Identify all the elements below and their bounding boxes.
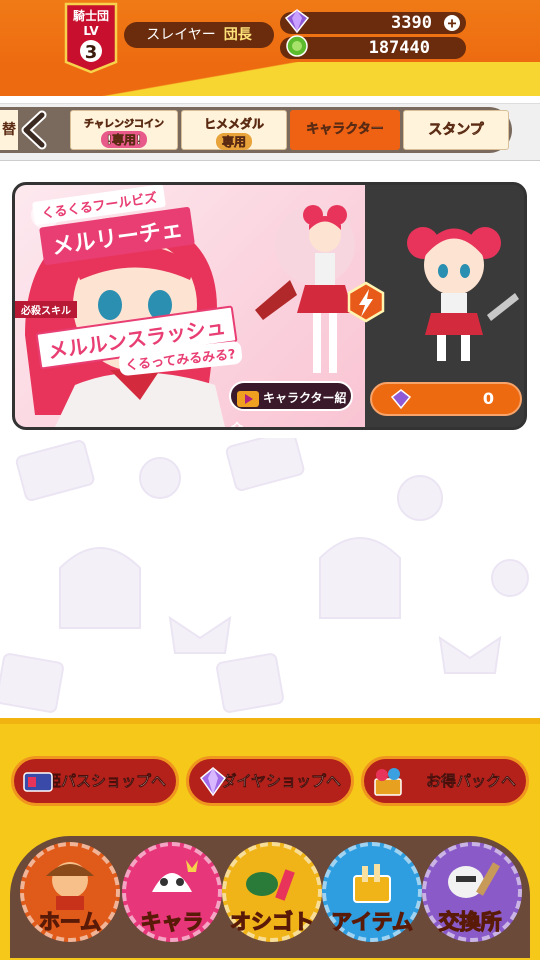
pass-ticket-icon — [23, 772, 53, 792]
tab-stamp[interactable]: スタンプ — [403, 110, 509, 150]
character-intro-button[interactable]: キャラクター紹介 — [229, 381, 353, 427]
svg-text:騎士団: 騎士団 — [73, 8, 109, 23]
character-card[interactable]: くるくるフールビズ メルリーチェ 必殺スキル メルルンスラッシュ くるってみるみ… — [12, 182, 527, 430]
hime-pass-shop-button[interactable]: 姫パスショップへ — [11, 756, 179, 806]
treasure-pack-icon — [374, 768, 402, 796]
coin-count: 187440 — [368, 38, 430, 58]
nav-item-label: アイテム — [330, 909, 413, 934]
purchase-price: 0 — [482, 389, 494, 408]
nav-work-label: オシゴト — [229, 909, 314, 934]
guild-level-badge[interactable]: 騎士団 LV 3 — [62, 2, 120, 74]
tab-challenge-coin[interactable]: チャレンジコイン !専用! — [70, 110, 178, 150]
back-arrow-icon[interactable] — [14, 109, 54, 151]
svg-text:3: 3 — [85, 42, 98, 63]
purchase-button[interactable]: 0 — [370, 382, 522, 416]
coin-icon — [286, 35, 308, 57]
svg-text:LV: LV — [83, 24, 99, 38]
diamond-icon — [284, 9, 310, 34]
diamond-count: 3390 — [391, 13, 432, 33]
nav-home-label: ホーム — [38, 909, 102, 934]
player-name-bar: スレイヤー 団長 — [124, 22, 274, 48]
pattern-icons — [0, 438, 529, 713]
character-banner: くるくるフールビズ メルリーチェ 必殺スキル メルルンスラッシュ くるってみるみ… — [15, 185, 365, 427]
player-name: スレイヤー — [146, 27, 216, 43]
nav-exchange-label: 交換所 — [438, 909, 502, 934]
value-pack-button[interactable]: お得パックへ — [361, 756, 529, 806]
play-icon — [237, 390, 259, 407]
player-rank: 団長 — [223, 27, 252, 43]
diamond-pile-icon — [199, 767, 227, 797]
tab-hime-medal[interactable]: ヒメメダル 専用 — [181, 110, 287, 150]
diamond-counter: 3390 + — [280, 9, 466, 34]
diamond-icon — [390, 389, 412, 410]
add-diamond-button[interactable]: + — [444, 15, 460, 31]
background-pattern — [0, 438, 540, 718]
attack-type-icon — [347, 281, 385, 323]
character-sprite — [407, 227, 519, 361]
skill-tag: 必殺スキル — [15, 301, 77, 318]
nav-character-label: キャラ — [140, 909, 204, 934]
tab-character[interactable]: キャラクター — [290, 110, 400, 150]
diamond-shop-button[interactable]: ダイヤショップへ — [186, 756, 354, 806]
coin-counter: 187440 — [280, 35, 466, 59]
